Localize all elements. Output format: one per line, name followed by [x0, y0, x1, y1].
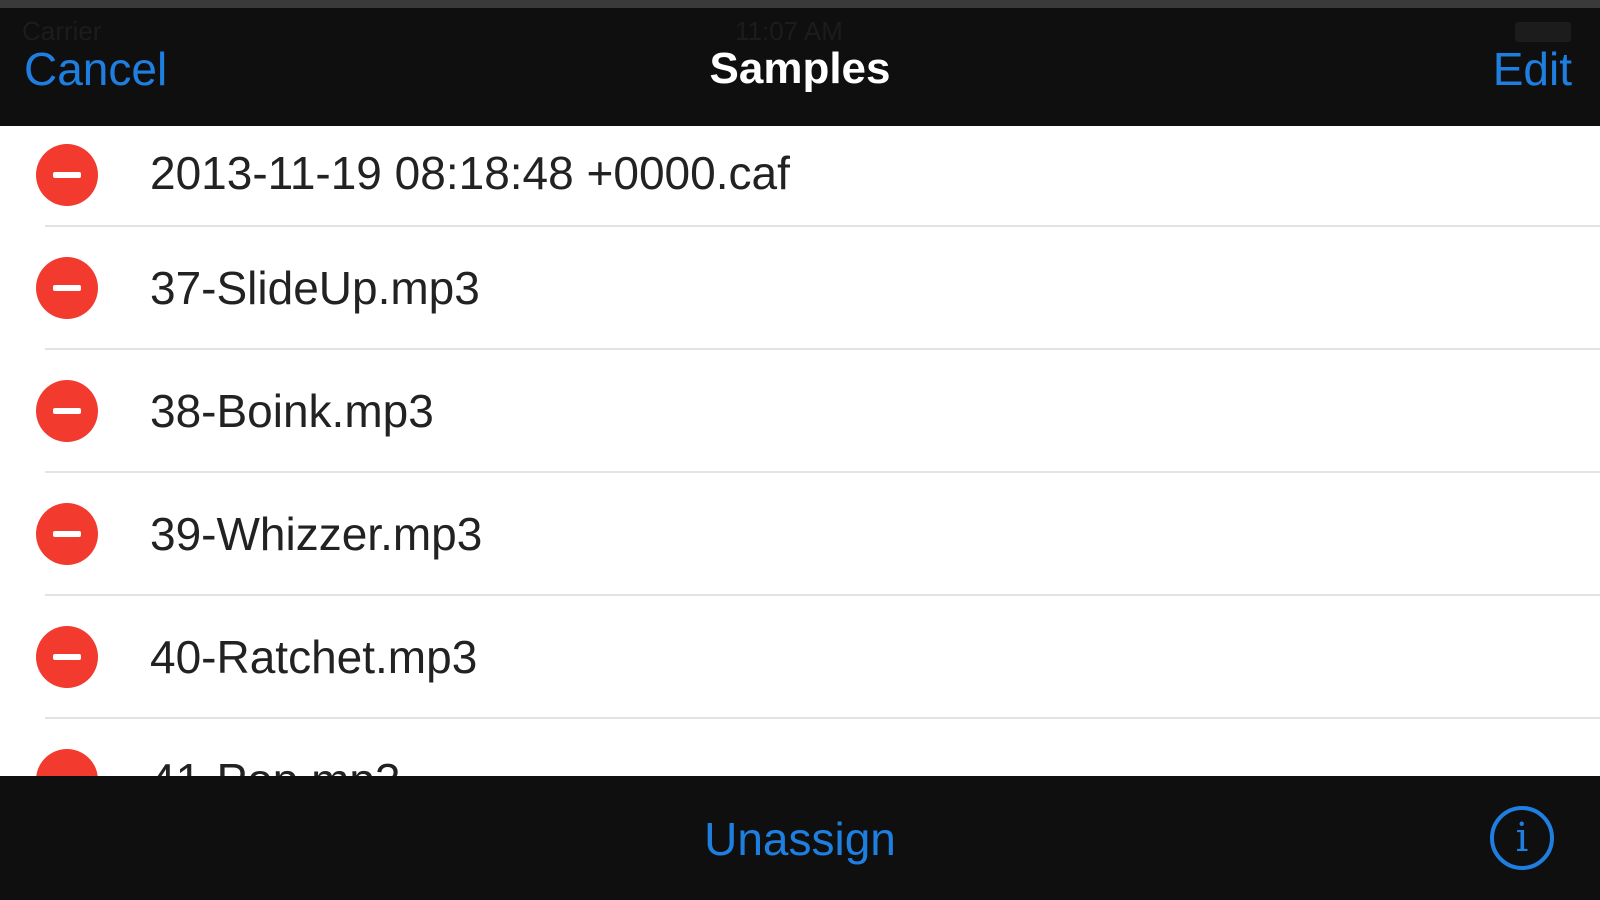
list-item-label: 40-Ratchet.mp3: [150, 631, 478, 683]
list-item[interactable]: 37-SlideUp.mp3: [0, 227, 1600, 350]
samples-list[interactable]: 2013-11-19 08:18:48 +0000.caf 37-SlideUp…: [0, 126, 1600, 776]
list-item[interactable]: 41-Pop.mp3: [0, 719, 1600, 776]
list-item[interactable]: 38-Boink.mp3: [0, 350, 1600, 473]
page-title: Samples: [709, 44, 891, 93]
delete-minus-icon[interactable]: [36, 144, 98, 206]
edit-button[interactable]: Edit: [1493, 42, 1572, 96]
navigation-bar: Carrier 11:07 AM Cancel Samples Edit: [0, 8, 1600, 126]
delete-minus-icon[interactable]: [36, 626, 98, 688]
status-time: 11:07 AM: [735, 16, 843, 46]
list-item-label: 37-SlideUp.mp3: [150, 262, 480, 314]
list-item-label: 41-Pop.mp3: [150, 753, 401, 776]
battery-icon: [1515, 22, 1571, 42]
list-item[interactable]: 40-Ratchet.mp3: [0, 596, 1600, 719]
top-border: [0, 0, 1600, 8]
list-item-label: 38-Boink.mp3: [150, 385, 434, 437]
status-bar: Carrier 11:07 AM: [0, 8, 1600, 48]
info-icon[interactable]: i: [1490, 806, 1554, 870]
list-item-label: 2013-11-19 08:18:48 +0000.caf: [150, 147, 790, 199]
delete-minus-icon[interactable]: [36, 380, 98, 442]
list-item[interactable]: 2013-11-19 08:18:48 +0000.caf: [0, 126, 1600, 227]
bottom-toolbar: Unassign i: [0, 776, 1600, 900]
delete-minus-icon[interactable]: [36, 503, 98, 565]
delete-minus-icon[interactable]: [36, 257, 98, 319]
unassign-button[interactable]: Unassign: [0, 812, 1600, 866]
list-item[interactable]: 39-Whizzer.mp3: [0, 473, 1600, 596]
samples-screen: Carrier 11:07 AM Cancel Samples Edit 201…: [0, 0, 1600, 900]
delete-minus-icon[interactable]: [36, 749, 98, 776]
list-item-label: 39-Whizzer.mp3: [150, 508, 483, 560]
